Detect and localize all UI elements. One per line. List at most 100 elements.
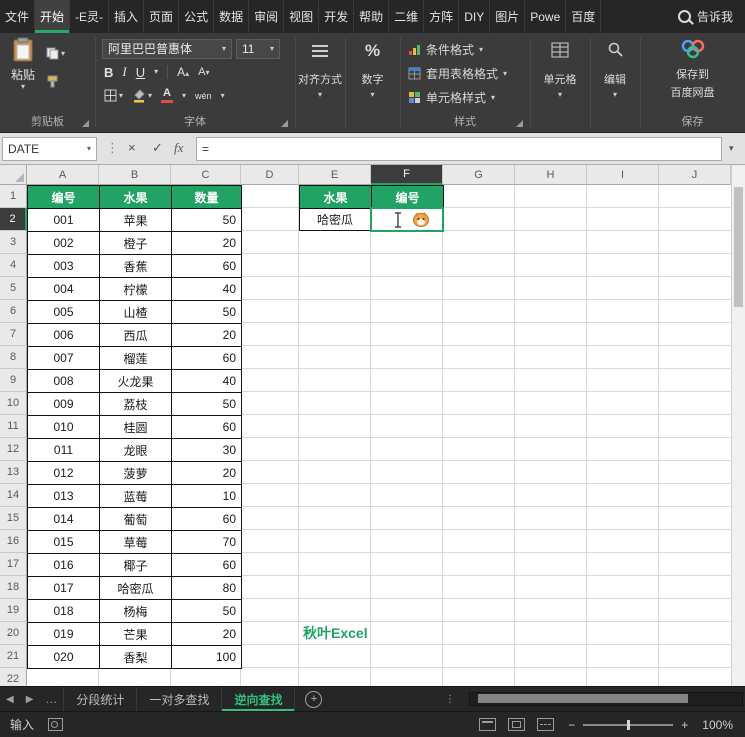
column-header-C[interactable]: C — [171, 165, 241, 185]
borders-button[interactable]: ▾ — [104, 89, 123, 102]
vertical-scrollbar[interactable] — [731, 165, 745, 686]
italic-button[interactable]: I — [122, 64, 126, 80]
save-to-netdisk-button[interactable]: 保存到 百度网盘 — [640, 33, 745, 100]
normal-view-icon[interactable] — [479, 718, 496, 731]
font-name-select[interactable]: 阿里巴巴普惠体 ▾ — [102, 39, 232, 59]
table-cell[interactable]: 003 — [28, 255, 100, 278]
row-header-22[interactable]: 22 — [0, 668, 27, 686]
row-header-19[interactable]: 19 — [0, 599, 27, 622]
table-header-cell[interactable]: 编号 — [28, 186, 100, 209]
table-cell[interactable]: 桂圆 — [100, 416, 172, 439]
horizontal-scrollbar-thumb[interactable] — [478, 694, 688, 703]
ribbon-tab-数据[interactable]: 数据 — [214, 0, 249, 33]
table-cell[interactable]: 010 — [28, 416, 100, 439]
column-header-B[interactable]: B — [99, 165, 171, 185]
ribbon-tab-页面[interactable]: 页面 — [144, 0, 179, 33]
table-cell[interactable]: 016 — [28, 554, 100, 577]
zoom-slider[interactable] — [583, 724, 673, 726]
table-cell[interactable]: 香蕉 — [100, 255, 172, 278]
row-header-10[interactable]: 10 — [0, 392, 27, 415]
table-cell[interactable]: 017 — [28, 577, 100, 600]
row-header-18[interactable]: 18 — [0, 576, 27, 599]
zoom-out-button[interactable]: − — [568, 718, 575, 732]
splitter-handle-icon[interactable]: ⋮ — [439, 687, 461, 711]
zoom-in-button[interactable]: + — [681, 718, 688, 732]
grow-font-button[interactable]: A▴ — [177, 65, 189, 79]
column-header-A[interactable]: A — [27, 165, 99, 185]
ribbon-tab-百度[interactable]: 百度 — [566, 0, 601, 33]
zoom-level[interactable]: 100% — [702, 718, 733, 732]
table-cell[interactable]: 苹果 — [100, 209, 172, 232]
table-cell[interactable]: 荔枝 — [100, 393, 172, 416]
table-cell[interactable]: 30 — [172, 439, 242, 462]
ribbon-tab-插入[interactable]: 插入 — [109, 0, 144, 33]
ribbon-tab-Powe[interactable]: Powe — [525, 0, 566, 33]
styles-dialog-launcher-icon[interactable] — [516, 120, 523, 127]
table-cell[interactable]: 50 — [172, 301, 242, 324]
table-cell[interactable]: 柠檬 — [100, 278, 172, 301]
macro-record-icon[interactable] — [48, 718, 63, 731]
ribbon-tab--E灵-[interactable]: -E灵- — [70, 0, 109, 33]
row-header-6[interactable]: 6 — [0, 300, 27, 323]
table-cell[interactable]: 火龙果 — [100, 370, 172, 393]
table-cell[interactable]: 70 — [172, 531, 242, 554]
sheet-nav-more-icon[interactable]: … — [39, 687, 63, 711]
ribbon-tab-方阵[interactable]: 方阵 — [424, 0, 459, 33]
table-cell[interactable]: 019 — [28, 623, 100, 646]
column-header-D[interactable]: D — [241, 165, 299, 185]
table-cell[interactable]: 20 — [172, 623, 242, 646]
table-cell[interactable]: 60 — [172, 554, 242, 577]
table-cell[interactable]: 009 — [28, 393, 100, 416]
ribbon-tab-审阅[interactable]: 审阅 — [249, 0, 284, 33]
table-cell[interactable]: 011 — [28, 439, 100, 462]
sheet-tab-逆向查找[interactable]: 逆向查找 — [222, 687, 295, 711]
table-cell[interactable]: 005 — [28, 301, 100, 324]
row-header-2[interactable]: 2 — [0, 208, 27, 231]
tell-me[interactable]: 告诉我 — [678, 0, 745, 33]
table-cell[interactable]: 006 — [28, 324, 100, 347]
table-cell[interactable]: 20 — [172, 462, 242, 485]
page-break-view-icon[interactable] — [537, 718, 554, 731]
name-box[interactable]: DATE ▾ — [2, 137, 97, 161]
table-cell[interactable]: 芒果 — [100, 623, 172, 646]
table-cell[interactable]: 015 — [28, 531, 100, 554]
row-header-7[interactable]: 7 — [0, 323, 27, 346]
cancel-button[interactable]: × — [128, 140, 136, 155]
row-header-20[interactable]: 20 — [0, 622, 27, 645]
ribbon-tab-DIY[interactable]: DIY — [459, 0, 490, 33]
cell-styles-button[interactable]: 单元格样式 ▾ — [408, 89, 495, 106]
number-group[interactable]: % 数字 ▾ — [345, 33, 400, 99]
table-cell[interactable]: 椰子 — [100, 554, 172, 577]
row-header-1[interactable]: 1 — [0, 185, 27, 208]
ribbon-tab-开发[interactable]: 开发 — [319, 0, 354, 33]
column-header-H[interactable]: H — [515, 165, 587, 185]
sheet-nav-left-icon[interactable]: ◀ — [0, 687, 20, 711]
ribbon-tab-二维[interactable]: 二维 — [389, 0, 424, 33]
table-cell[interactable]: 山楂 — [100, 301, 172, 324]
select-all-button[interactable] — [0, 165, 27, 185]
bold-button[interactable]: B — [104, 65, 113, 80]
ribbon-tab-公式[interactable]: 公式 — [179, 0, 214, 33]
fill-color-button[interactable]: ▾ — [132, 89, 152, 103]
table-cell[interactable]: 杨梅 — [100, 600, 172, 623]
table-cell[interactable]: 014 — [28, 508, 100, 531]
table-cell[interactable]: 50 — [172, 393, 242, 416]
sheet-tab-分段统计[interactable]: 分段统计 — [63, 687, 137, 711]
add-sheet-button[interactable]: + — [305, 691, 322, 708]
table-header-cell[interactable]: 数量 — [172, 186, 242, 209]
table-cell[interactable]: 橙子 — [100, 232, 172, 255]
table-cell[interactable]: 012 — [28, 462, 100, 485]
table-cell[interactable]: 001 — [28, 209, 100, 232]
table-cell[interactable]: 哈密瓜 — [100, 577, 172, 600]
row-header-14[interactable]: 14 — [0, 484, 27, 507]
ribbon-tab-视图[interactable]: 视图 — [284, 0, 319, 33]
phonetic-guide-button[interactable]: wén — [195, 91, 212, 101]
table-cell[interactable]: 004 — [28, 278, 100, 301]
editing-group[interactable]: 编辑 ▾ — [590, 33, 640, 99]
insert-function-button[interactable]: fx — [174, 140, 183, 156]
column-header-E[interactable]: E — [299, 165, 371, 185]
table-cell[interactable]: 20 — [172, 232, 242, 255]
row-header-4[interactable]: 4 — [0, 254, 27, 277]
table-cell[interactable]: 榴莲 — [100, 347, 172, 370]
lookup-header-cell[interactable]: 水果 — [300, 186, 372, 209]
